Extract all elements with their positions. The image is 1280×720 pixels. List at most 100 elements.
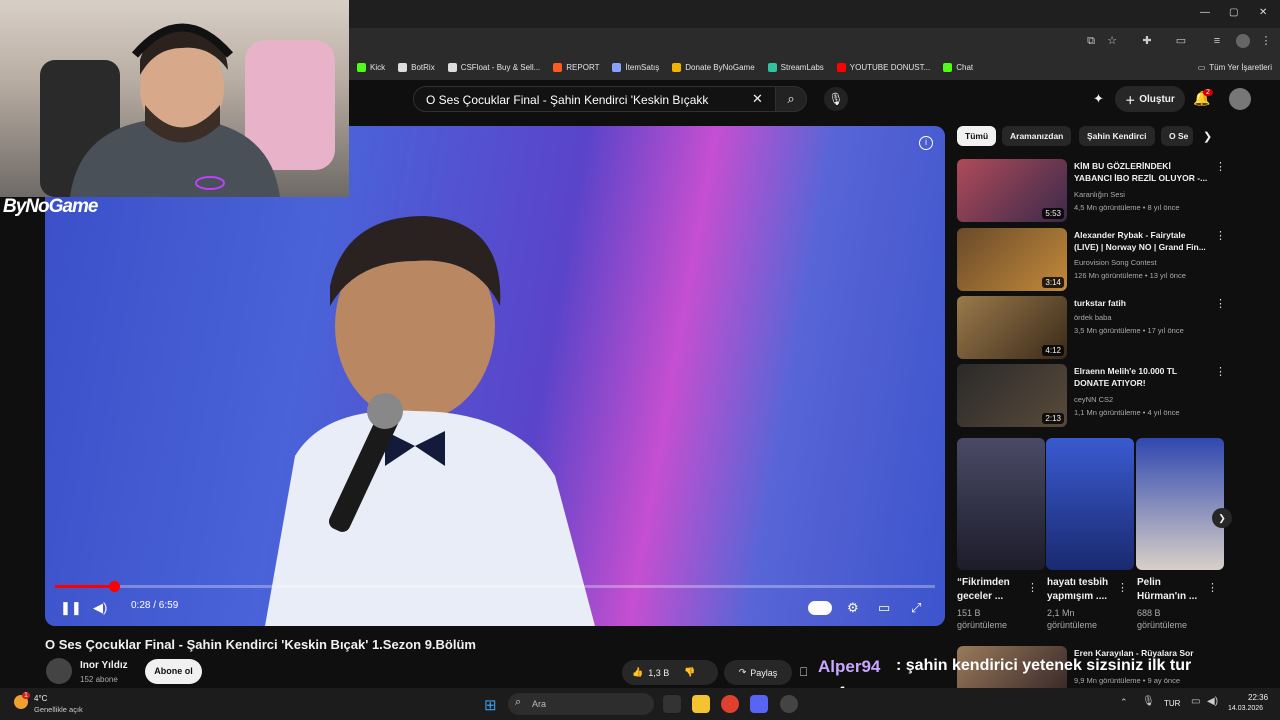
task-view-icon[interactable] — [663, 695, 681, 713]
restore-icon[interactable]: ▢ — [1229, 7, 1238, 18]
chevron-right-icon[interactable]: ❯ — [1203, 130, 1212, 143]
rec-meta: 3,5 Mn görüntüleme • 17 yıl önce — [1074, 326, 1184, 335]
short-title[interactable]: “Fikrimden geceler ... — [957, 576, 1027, 604]
thumbs-down-icon[interactable]: 👎 — [684, 667, 695, 678]
more-icon[interactable]: ⋮ — [1215, 160, 1226, 173]
search-input[interactable]: O Ses Çocuklar Final - Şahin Kendirci 'K… — [413, 86, 776, 112]
csfloat-icon — [447, 62, 457, 72]
rec-title[interactable]: KİM BU GÖZLERİNDEKİ YABANCI İBO REZİL OL… — [1074, 160, 1209, 184]
clock-date[interactable]: 14.03.2026 — [1228, 705, 1263, 712]
volume-icon[interactable]: ◀) — [93, 599, 107, 617]
rec-channel[interactable]: Karanlığın Sesi — [1074, 189, 1214, 200]
video-player[interactable]: i — [45, 126, 945, 626]
more-icon[interactable]: ⋮ — [1215, 297, 1226, 310]
rec-duration: 4:12 — [1042, 345, 1064, 356]
theater-mode-icon[interactable]: ▭ — [878, 599, 890, 617]
progress-scrubber[interactable] — [108, 581, 120, 592]
bookmark-report[interactable]: REPORT — [553, 62, 599, 72]
rec-channel[interactable]: ördek baba — [1074, 312, 1214, 323]
info-icon[interactable]: i — [919, 136, 933, 150]
channel-name[interactable]: Inor Yıldız — [80, 660, 128, 671]
more-icon[interactable]: ⋮ — [1027, 581, 1038, 594]
short-views: 688 B görüntüleme — [1137, 608, 1188, 630]
subscribe-button[interactable]: Abone ol — [145, 659, 202, 684]
save-icon[interactable]: ⎕ — [800, 665, 807, 680]
rec-thumbnail[interactable]: 5:53 — [957, 159, 1067, 222]
rec-thumbnail[interactable]: 3:14 — [957, 228, 1067, 291]
more-icon[interactable]: ⋮ — [1215, 229, 1226, 242]
chip-from-search[interactable]: Aramanızdan — [1002, 126, 1072, 146]
more-icon[interactable]: ⋮ — [1117, 581, 1128, 594]
progress-bar[interactable] — [55, 585, 935, 588]
voice-search-button[interactable]: 🎙 — [824, 87, 848, 111]
short-title[interactable]: Pelin Hürman'ın ... — [1137, 576, 1207, 604]
rec-title[interactable]: turkstar fatih — [1074, 297, 1209, 309]
short-title[interactable]: hayatı tesbih yapmışım .... — [1047, 576, 1117, 604]
taskbar-search[interactable]: Ara — [508, 693, 654, 715]
short-thumbnail[interactable] — [957, 438, 1045, 570]
more-icon[interactable]: ⋮ — [1215, 365, 1226, 378]
rec-meta: 1,1 Mn görüntüleme • 4 yıl önce — [1074, 408, 1180, 417]
network-icon[interactable]: ▭ — [1191, 696, 1200, 707]
share-button[interactable]: ↷ Paylaş — [724, 660, 792, 685]
cast-icon[interactable]: ▭ — [1174, 34, 1188, 48]
file-explorer-icon[interactable] — [692, 695, 710, 713]
bookmark-itemsatis[interactable]: İtemSatış — [612, 62, 659, 72]
reading-list-icon[interactable]: ≡ — [1210, 34, 1224, 48]
obs-icon[interactable] — [780, 695, 798, 713]
kick-icon — [357, 62, 366, 72]
language-indicator[interactable]: TUR — [1164, 699, 1180, 708]
like-button[interactable]: 👍 1,3 B 👎 — [622, 660, 718, 685]
bookmark-botrix[interactable]: BotRix — [398, 62, 435, 72]
rec-duration: 2:13 — [1042, 413, 1064, 424]
tray-chevron-icon[interactable]: ⌃ — [1120, 697, 1128, 708]
speaker-icon[interactable]: ◀) — [1207, 696, 1218, 707]
shorts-next-icon[interactable]: ❯ — [1212, 508, 1232, 528]
rec-channel[interactable]: ceyNN CS2 — [1074, 394, 1214, 405]
rec-thumbnail[interactable]: 4:12 — [957, 296, 1067, 359]
short-thumbnail[interactable] — [1046, 438, 1134, 570]
premium-icon[interactable]: ✦ — [1093, 91, 1104, 107]
minimize-icon[interactable]: — — [1200, 7, 1210, 18]
youtube-icon — [836, 62, 846, 72]
account-avatar[interactable] — [1229, 88, 1251, 110]
chrome-icon[interactable] — [721, 695, 739, 713]
create-button[interactable]: ＋ Oluştur — [1115, 86, 1185, 112]
discord-icon[interactable] — [750, 695, 768, 713]
close-window-icon[interactable]: ✕ — [1259, 7, 1267, 18]
bookmark-csfloat[interactable]: CSFloat - Buy & Sell... — [447, 62, 540, 72]
chip-o-ses[interactable]: O Se — [1161, 126, 1193, 146]
bookmark-donate[interactable]: Donate ByNoGame — [672, 62, 755, 72]
profile-icon[interactable] — [1236, 34, 1250, 48]
star-icon[interactable]: ☆ — [1105, 34, 1119, 48]
short-thumbnail[interactable] — [1136, 438, 1224, 570]
rec-title[interactable]: Alexander Rybak - Fairytale (LIVE) | Nor… — [1074, 229, 1209, 253]
tray-mic-icon[interactable]: 🎙 — [1142, 696, 1155, 707]
clear-search-icon[interactable]: ✕ — [752, 91, 763, 107]
rec-channel[interactable]: Eurovision Song Contest — [1074, 257, 1214, 268]
autoplay-toggle[interactable] — [808, 601, 832, 615]
mic-icon: 🎙 — [828, 92, 844, 106]
all-bookmarks[interactable]: ▭ Tüm Yer İşaretleri — [1198, 63, 1272, 72]
chip-all[interactable]: Tümü — [957, 126, 997, 146]
bookmark-youtube-donust[interactable]: YOUTUBE DONUST... — [836, 62, 930, 72]
settings-icon[interactable]: ⚙ — [847, 599, 859, 617]
fullscreen-icon[interactable]: ⤢ — [911, 599, 921, 617]
more-icon[interactable]: ⋮ — [1207, 581, 1218, 594]
pause-icon[interactable]: ❚❚ — [60, 599, 82, 617]
clock-time[interactable]: 22:36 — [1248, 693, 1268, 702]
menu-icon[interactable]: ⋮ — [1259, 34, 1273, 48]
chip-sahin-kendirci[interactable]: Şahin Kendirci — [1079, 126, 1155, 146]
extensions-icon[interactable]: ✚ — [1140, 34, 1154, 48]
rec-title[interactable]: Elraenn Melih'e 10.000 TL DONATE ATIYOR! — [1074, 365, 1209, 389]
windows-start-icon[interactable]: ⊞ — [484, 696, 497, 714]
bookmark-streamlabs[interactable]: StreamLabs — [767, 62, 824, 72]
search-button[interactable]: ⌕ — [775, 86, 807, 112]
screenshot-icon[interactable]: ⧉ — [1084, 34, 1098, 48]
rec-thumbnail[interactable]: 2:13 — [957, 364, 1067, 427]
bookmark-kick[interactable]: Kick — [357, 62, 385, 72]
bookmark-chat[interactable]: Chat — [943, 62, 973, 72]
plus-icon: ＋ — [1125, 95, 1136, 107]
channel-avatar[interactable] — [46, 658, 72, 684]
itemsatis-icon — [612, 62, 622, 72]
